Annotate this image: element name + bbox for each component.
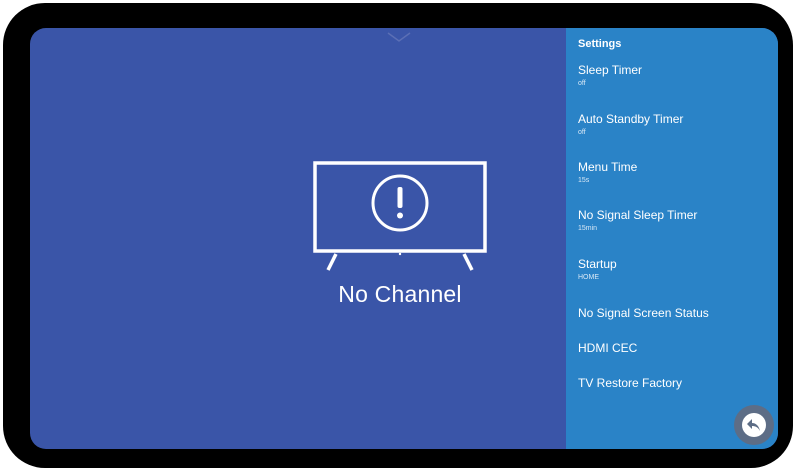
back-button[interactable]	[734, 405, 774, 445]
menu-item-label: Menu Time	[578, 160, 638, 174]
menu-item-no-signal-screen-status[interactable]: No Signal Screen Status	[566, 306, 778, 346]
menu-item-label: Auto Standby Timer	[578, 112, 684, 126]
menu-item-label: Startup	[578, 257, 617, 271]
menu-item-label: TV Restore Factory	[578, 376, 683, 390]
menu-item-startup[interactable]: Startup HOME	[566, 257, 778, 297]
menu-item-value: off	[578, 129, 586, 136]
menu-item-label: No Signal Sleep Timer	[578, 208, 698, 222]
menu-item-auto-standby-timer[interactable]: Auto Standby Timer off	[566, 112, 778, 152]
tv-screen: No Channel Settings Sleep Timer off Auto…	[30, 28, 778, 449]
menu-item-value: off	[578, 80, 586, 87]
tv-warning-icon	[300, 160, 500, 280]
settings-title: Settings	[578, 38, 622, 50]
menu-item-value: 15min	[578, 225, 598, 232]
menu-item-label: No Signal Screen Status	[578, 306, 709, 320]
menu-item-label: HDMI CEC	[578, 341, 638, 355]
menu-item-no-signal-sleep-timer[interactable]: No Signal Sleep Timer 15min	[566, 208, 778, 248]
chevron-down-icon	[386, 30, 412, 48]
back-arrow-icon	[742, 413, 766, 437]
menu-item-value: HOME	[578, 274, 599, 281]
menu-item-value: 15s	[578, 177, 590, 184]
no-channel-message: No Channel	[338, 281, 462, 307]
menu-item-hdmi-cec[interactable]: HDMI CEC	[566, 341, 778, 381]
menu-item-menu-time[interactable]: Menu Time 15s	[566, 160, 778, 200]
menu-item-sleep-timer[interactable]: Sleep Timer off	[566, 63, 778, 103]
menu-item-label: Sleep Timer	[578, 63, 643, 77]
settings-panel: Settings Sleep Timer off Auto Standby Ti…	[566, 28, 778, 449]
